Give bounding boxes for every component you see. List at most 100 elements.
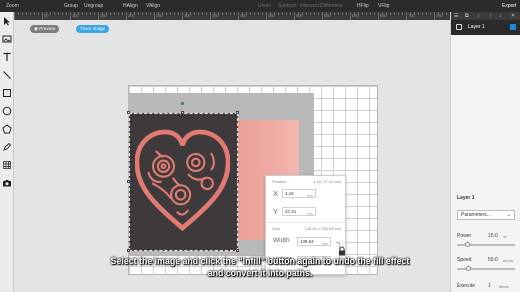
ruler-tick	[18, 12, 19, 15]
power-unit: %	[503, 234, 507, 239]
ruler-tick	[58, 12, 59, 15]
image-icon[interactable]	[2, 34, 12, 44]
group-button[interactable]: Group	[64, 3, 78, 9]
ruler-tick	[126, 12, 127, 20]
power-slider-knob[interactable]	[465, 242, 470, 247]
ruler-tick	[222, 12, 223, 15]
ruler-tick	[142, 12, 143, 15]
design-canvas[interactable]: ◉ Preview Trace Image Position 4.16, 37.…	[14, 20, 450, 292]
x-value: 4.16	[285, 191, 294, 196]
resize-handle-tl[interactable]	[127, 111, 130, 114]
x-input[interactable]: 4.16 mm	[282, 189, 316, 198]
difference-button[interactable]: Difference	[320, 3, 343, 9]
y-label: Y	[273, 207, 279, 216]
execute-unit: times	[499, 284, 509, 289]
hflip-button[interactable]: HFlip	[357, 3, 369, 9]
ruler-tick	[394, 12, 395, 15]
ruler-tick	[234, 12, 235, 15]
grid-icon[interactable]	[2, 160, 12, 170]
ruler-tick	[362, 12, 363, 15]
y-input[interactable]: 37.41 mm	[282, 207, 316, 216]
ruler-tick	[422, 12, 423, 15]
caption-line-1: Select the image and click the “Infill” …	[110, 256, 410, 266]
preview-label: Preview	[39, 26, 56, 31]
x-unit: mm	[307, 194, 313, 198]
ruler-label: 550	[324, 13, 331, 18]
preview-button[interactable]: ◉ Preview	[30, 25, 60, 33]
ruler-tick	[406, 12, 407, 20]
ruler-tick	[262, 12, 263, 15]
rectangle-icon[interactable]	[2, 88, 12, 98]
rotate-handle[interactable]	[181, 102, 184, 105]
ruler-tick	[174, 12, 175, 15]
power-value[interactable]: 15.0	[488, 233, 498, 239]
layer-copy-icon[interactable]: ⧉	[465, 13, 469, 19]
ruler-tick	[202, 12, 203, 15]
ruler-tick	[98, 12, 99, 20]
ungroup-button[interactable]: Ungroup	[84, 3, 103, 9]
position-label: Position	[272, 179, 287, 184]
ruler-tick	[434, 12, 435, 20]
layer-up-icon[interactable]: ↑	[489, 13, 492, 19]
trace-image-button[interactable]: Trace Image	[76, 25, 110, 33]
ruler-label: 400	[240, 13, 247, 18]
ruler-label: 300	[184, 13, 191, 18]
text-icon[interactable]	[2, 52, 12, 62]
speed-value[interactable]: 50.0	[488, 257, 498, 263]
resize-handle-br[interactable]	[236, 249, 239, 252]
pen-icon[interactable]	[2, 142, 12, 152]
layer-add-icon[interactable]: ☰	[454, 13, 458, 19]
speed-slider-knob[interactable]	[466, 266, 471, 271]
layer-delete-icon[interactable]: ✕	[511, 13, 515, 19]
intersect-button[interactable]: Intersect	[300, 3, 319, 9]
width-input[interactable]: 138.64 mm	[297, 237, 331, 246]
camera-icon[interactable]	[2, 178, 12, 188]
resize-handle-t[interactable]	[181, 111, 184, 114]
ruler-tick	[278, 12, 279, 15]
ruler-label: 700	[408, 13, 415, 18]
ruler-tick	[14, 12, 15, 20]
ruler-tick	[322, 12, 323, 20]
export-button[interactable]: Export	[502, 3, 516, 9]
top-toolbar: Zoom Group Ungroup HAlign VAlign Union S…	[0, 0, 520, 12]
resize-handle-tr[interactable]	[236, 111, 239, 114]
ruler-tick	[82, 12, 83, 15]
layer-visibility-checkbox[interactable]	[456, 24, 462, 30]
ruler-tick	[170, 12, 171, 15]
pointer-icon[interactable]	[2, 16, 12, 26]
layer-down-icon[interactable]: ↓	[499, 13, 502, 19]
ruler-tick	[446, 12, 447, 15]
vflip-button[interactable]: VFlip	[378, 3, 389, 9]
ruler-tick	[34, 12, 35, 15]
zoom-button[interactable]: Zoom	[6, 3, 19, 9]
pentagon-icon[interactable]	[2, 124, 12, 134]
union-button[interactable]: Union	[258, 3, 271, 9]
resize-handle-bl[interactable]	[127, 249, 130, 252]
y-unit: mm	[307, 212, 313, 216]
ruler-tick	[318, 12, 319, 15]
layer-row-1[interactable]: Layer 1	[451, 20, 520, 35]
layer-move-icon[interactable]: ↕	[477, 13, 480, 19]
halign-button[interactable]: HAlign	[123, 3, 138, 9]
speed-slider[interactable]	[457, 266, 515, 271]
ruler-tick	[426, 12, 427, 15]
ruler-tick	[206, 12, 207, 15]
width-value: 138.64	[300, 239, 314, 244]
execute-label: Execute	[457, 283, 476, 289]
resize-handle-l[interactable]	[127, 180, 130, 183]
divider	[266, 222, 347, 223]
layer-toolbar: ☰ ⧉ ↕ ↑ ↓ ✕	[451, 12, 520, 20]
layer-color-swatch[interactable]	[510, 24, 516, 30]
execute-value[interactable]: 1	[488, 283, 491, 289]
ruler-tick	[30, 12, 31, 15]
resize-handle-r[interactable]	[236, 180, 239, 183]
ruler-tick	[94, 12, 95, 15]
line-icon[interactable]	[2, 70, 12, 80]
circle-icon[interactable]	[2, 106, 12, 116]
layer-name: Layer 1	[468, 24, 485, 30]
parameters-dropdown[interactable]: Parameters... ⌄	[457, 210, 515, 220]
ruler-tick	[182, 12, 183, 20]
power-slider[interactable]	[457, 242, 515, 247]
subtract-button[interactable]: Subtract	[278, 3, 297, 9]
valign-button[interactable]: VAlign	[146, 3, 160, 9]
